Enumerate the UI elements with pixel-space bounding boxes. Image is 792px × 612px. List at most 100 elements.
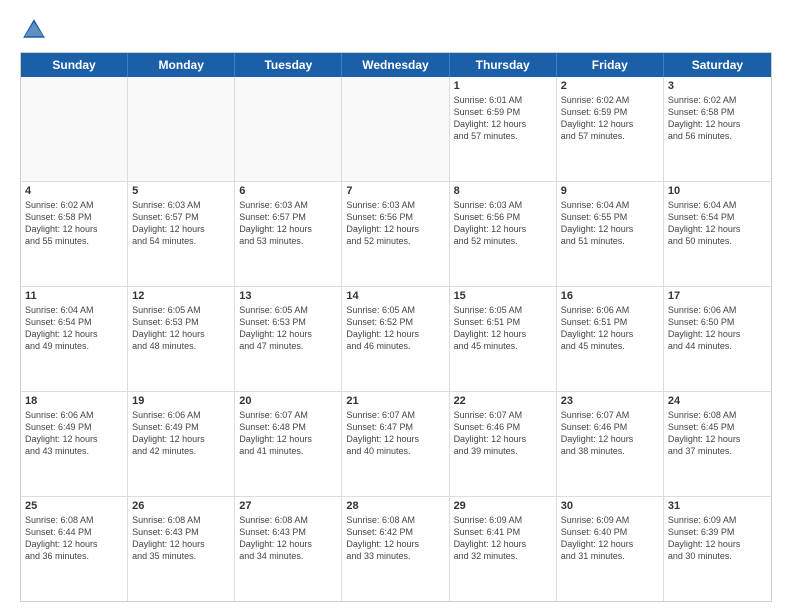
day-number: 10: [668, 185, 767, 197]
day-info: Sunrise: 6:08 AM Sunset: 6:45 PM Dayligh…: [668, 409, 767, 458]
day-number: 13: [239, 290, 337, 302]
day-info: Sunrise: 6:08 AM Sunset: 6:42 PM Dayligh…: [346, 514, 444, 563]
day-number: 28: [346, 500, 444, 512]
logo-icon: [20, 16, 48, 44]
day-number: 21: [346, 395, 444, 407]
day-cell-31: 31 Sunrise: 6:09 AM Sunset: 6:39 PM Dayli…: [664, 497, 771, 601]
logo: [20, 16, 52, 44]
day-cell-25: 25 Sunrise: 6:08 AM Sunset: 6:44 PM Dayli…: [21, 497, 128, 601]
day-number: 31: [668, 500, 767, 512]
day-cell-12: 12 Sunrise: 6:05 AM Sunset: 6:53 PM Dayli…: [128, 287, 235, 391]
day-cell-7: 7 Sunrise: 6:03 AM Sunset: 6:56 PM Daylig…: [342, 182, 449, 286]
day-number: 14: [346, 290, 444, 302]
day-info: Sunrise: 6:07 AM Sunset: 6:46 PM Dayligh…: [454, 409, 552, 458]
day-info: Sunrise: 6:05 AM Sunset: 6:53 PM Dayligh…: [132, 304, 230, 353]
day-number: 23: [561, 395, 659, 407]
calendar-header: SundayMondayTuesdayWednesdayThursdayFrid…: [21, 53, 771, 77]
weekday-header-thursday: Thursday: [450, 53, 557, 77]
day-info: Sunrise: 6:06 AM Sunset: 6:49 PM Dayligh…: [132, 409, 230, 458]
calendar-row-1: 1Sunrise: 6:01 AM Sunset: 6:59 PM Daylig…: [21, 77, 771, 182]
day-cell-10: 10 Sunrise: 6:04 AM Sunset: 6:54 PM Dayli…: [664, 182, 771, 286]
day-info: Sunrise: 6:02 AM Sunset: 6:58 PM Dayligh…: [25, 199, 123, 248]
day-info: Sunrise: 6:02 AM Sunset: 6:59 PM Dayligh…: [561, 94, 659, 143]
day-cell-16: 16Sunrise: 6:06 AM Sunset: 6:51 PM Dayli…: [557, 287, 664, 391]
day-number: 24: [668, 395, 767, 407]
calendar-body: 1Sunrise: 6:01 AM Sunset: 6:59 PM Daylig…: [21, 77, 771, 601]
calendar: SundayMondayTuesdayWednesdayThursdayFrid…: [20, 52, 772, 602]
day-info: Sunrise: 6:05 AM Sunset: 6:53 PM Dayligh…: [239, 304, 337, 353]
day-cell-21: 21 Sunrise: 6:07 AM Sunset: 6:47 PM Dayli…: [342, 392, 449, 496]
day-info: Sunrise: 6:08 AM Sunset: 6:43 PM Dayligh…: [239, 514, 337, 563]
day-info: Sunrise: 6:09 AM Sunset: 6:40 PM Dayligh…: [561, 514, 659, 563]
day-number: 19: [132, 395, 230, 407]
day-number: 1: [454, 80, 552, 92]
day-cell-8: 8Sunrise: 6:03 AM Sunset: 6:56 PM Daylig…: [450, 182, 557, 286]
day-info: Sunrise: 6:03 AM Sunset: 6:57 PM Dayligh…: [132, 199, 230, 248]
day-number: 2: [561, 80, 659, 92]
day-number: 7: [346, 185, 444, 197]
weekday-header-friday: Friday: [557, 53, 664, 77]
day-info: Sunrise: 6:08 AM Sunset: 6:43 PM Dayligh…: [132, 514, 230, 563]
day-info: Sunrise: 6:03 AM Sunset: 6:56 PM Dayligh…: [346, 199, 444, 248]
page: SundayMondayTuesdayWednesdayThursdayFrid…: [0, 0, 792, 612]
day-info: Sunrise: 6:07 AM Sunset: 6:46 PM Dayligh…: [561, 409, 659, 458]
weekday-header-wednesday: Wednesday: [342, 53, 449, 77]
day-cell-14: 14Sunrise: 6:05 AM Sunset: 6:52 PM Dayli…: [342, 287, 449, 391]
day-info: Sunrise: 6:06 AM Sunset: 6:49 PM Dayligh…: [25, 409, 123, 458]
day-info: Sunrise: 6:08 AM Sunset: 6:44 PM Dayligh…: [25, 514, 123, 563]
day-cell-20: 20Sunrise: 6:07 AM Sunset: 6:48 PM Dayli…: [235, 392, 342, 496]
day-cell-26: 26 Sunrise: 6:08 AM Sunset: 6:43 PM Dayli…: [128, 497, 235, 601]
day-cell-13: 13 Sunrise: 6:05 AM Sunset: 6:53 PM Dayli…: [235, 287, 342, 391]
calendar-row-5: 25 Sunrise: 6:08 AM Sunset: 6:44 PM Dayli…: [21, 497, 771, 601]
day-cell-19: 19 Sunrise: 6:06 AM Sunset: 6:49 PM Dayli…: [128, 392, 235, 496]
day-cell-5: 5Sunrise: 6:03 AM Sunset: 6:57 PM Daylig…: [128, 182, 235, 286]
day-number: 16: [561, 290, 659, 302]
day-number: 8: [454, 185, 552, 197]
day-info: Sunrise: 6:07 AM Sunset: 6:47 PM Dayligh…: [346, 409, 444, 458]
day-cell-3: 3Sunrise: 6:02 AM Sunset: 6:58 PM Daylig…: [664, 77, 771, 181]
weekday-header-monday: Monday: [128, 53, 235, 77]
calendar-row-2: 4 Sunrise: 6:02 AM Sunset: 6:58 PM Daylig…: [21, 182, 771, 287]
day-info: Sunrise: 6:09 AM Sunset: 6:41 PM Dayligh…: [454, 514, 552, 563]
empty-cell: [21, 77, 128, 181]
day-cell-17: 17 Sunrise: 6:06 AM Sunset: 6:50 PM Dayli…: [664, 287, 771, 391]
day-number: 9: [561, 185, 659, 197]
day-number: 3: [668, 80, 767, 92]
weekday-header-tuesday: Tuesday: [235, 53, 342, 77]
day-number: 27: [239, 500, 337, 512]
weekday-header-sunday: Sunday: [21, 53, 128, 77]
day-number: 18: [25, 395, 123, 407]
day-number: 22: [454, 395, 552, 407]
day-number: 4: [25, 185, 123, 197]
day-cell-29: 29 Sunrise: 6:09 AM Sunset: 6:41 PM Dayli…: [450, 497, 557, 601]
header: [20, 16, 772, 44]
day-number: 26: [132, 500, 230, 512]
day-number: 25: [25, 500, 123, 512]
day-cell-4: 4 Sunrise: 6:02 AM Sunset: 6:58 PM Daylig…: [21, 182, 128, 286]
day-info: Sunrise: 6:03 AM Sunset: 6:57 PM Dayligh…: [239, 199, 337, 248]
weekday-header-saturday: Saturday: [664, 53, 771, 77]
day-cell-22: 22 Sunrise: 6:07 AM Sunset: 6:46 PM Dayli…: [450, 392, 557, 496]
day-info: Sunrise: 6:04 AM Sunset: 6:54 PM Dayligh…: [668, 199, 767, 248]
day-cell-23: 23 Sunrise: 6:07 AM Sunset: 6:46 PM Dayli…: [557, 392, 664, 496]
day-info: Sunrise: 6:09 AM Sunset: 6:39 PM Dayligh…: [668, 514, 767, 563]
day-cell-6: 6 Sunrise: 6:03 AM Sunset: 6:57 PM Daylig…: [235, 182, 342, 286]
day-cell-1: 1Sunrise: 6:01 AM Sunset: 6:59 PM Daylig…: [450, 77, 557, 181]
day-cell-28: 28 Sunrise: 6:08 AM Sunset: 6:42 PM Dayli…: [342, 497, 449, 601]
day-cell-15: 15Sunrise: 6:05 AM Sunset: 6:51 PM Dayli…: [450, 287, 557, 391]
calendar-row-4: 18 Sunrise: 6:06 AM Sunset: 6:49 PM Dayli…: [21, 392, 771, 497]
empty-cell: [235, 77, 342, 181]
day-info: Sunrise: 6:04 AM Sunset: 6:54 PM Dayligh…: [25, 304, 123, 353]
day-number: 29: [454, 500, 552, 512]
day-info: Sunrise: 6:06 AM Sunset: 6:50 PM Dayligh…: [668, 304, 767, 353]
day-number: 17: [668, 290, 767, 302]
day-cell-24: 24 Sunrise: 6:08 AM Sunset: 6:45 PM Dayli…: [664, 392, 771, 496]
day-cell-30: 30 Sunrise: 6:09 AM Sunset: 6:40 PM Dayli…: [557, 497, 664, 601]
day-number: 11: [25, 290, 123, 302]
day-info: Sunrise: 6:04 AM Sunset: 6:55 PM Dayligh…: [561, 199, 659, 248]
day-number: 12: [132, 290, 230, 302]
day-number: 20: [239, 395, 337, 407]
day-number: 30: [561, 500, 659, 512]
day-cell-11: 11 Sunrise: 6:04 AM Sunset: 6:54 PM Dayli…: [21, 287, 128, 391]
day-number: 6: [239, 185, 337, 197]
